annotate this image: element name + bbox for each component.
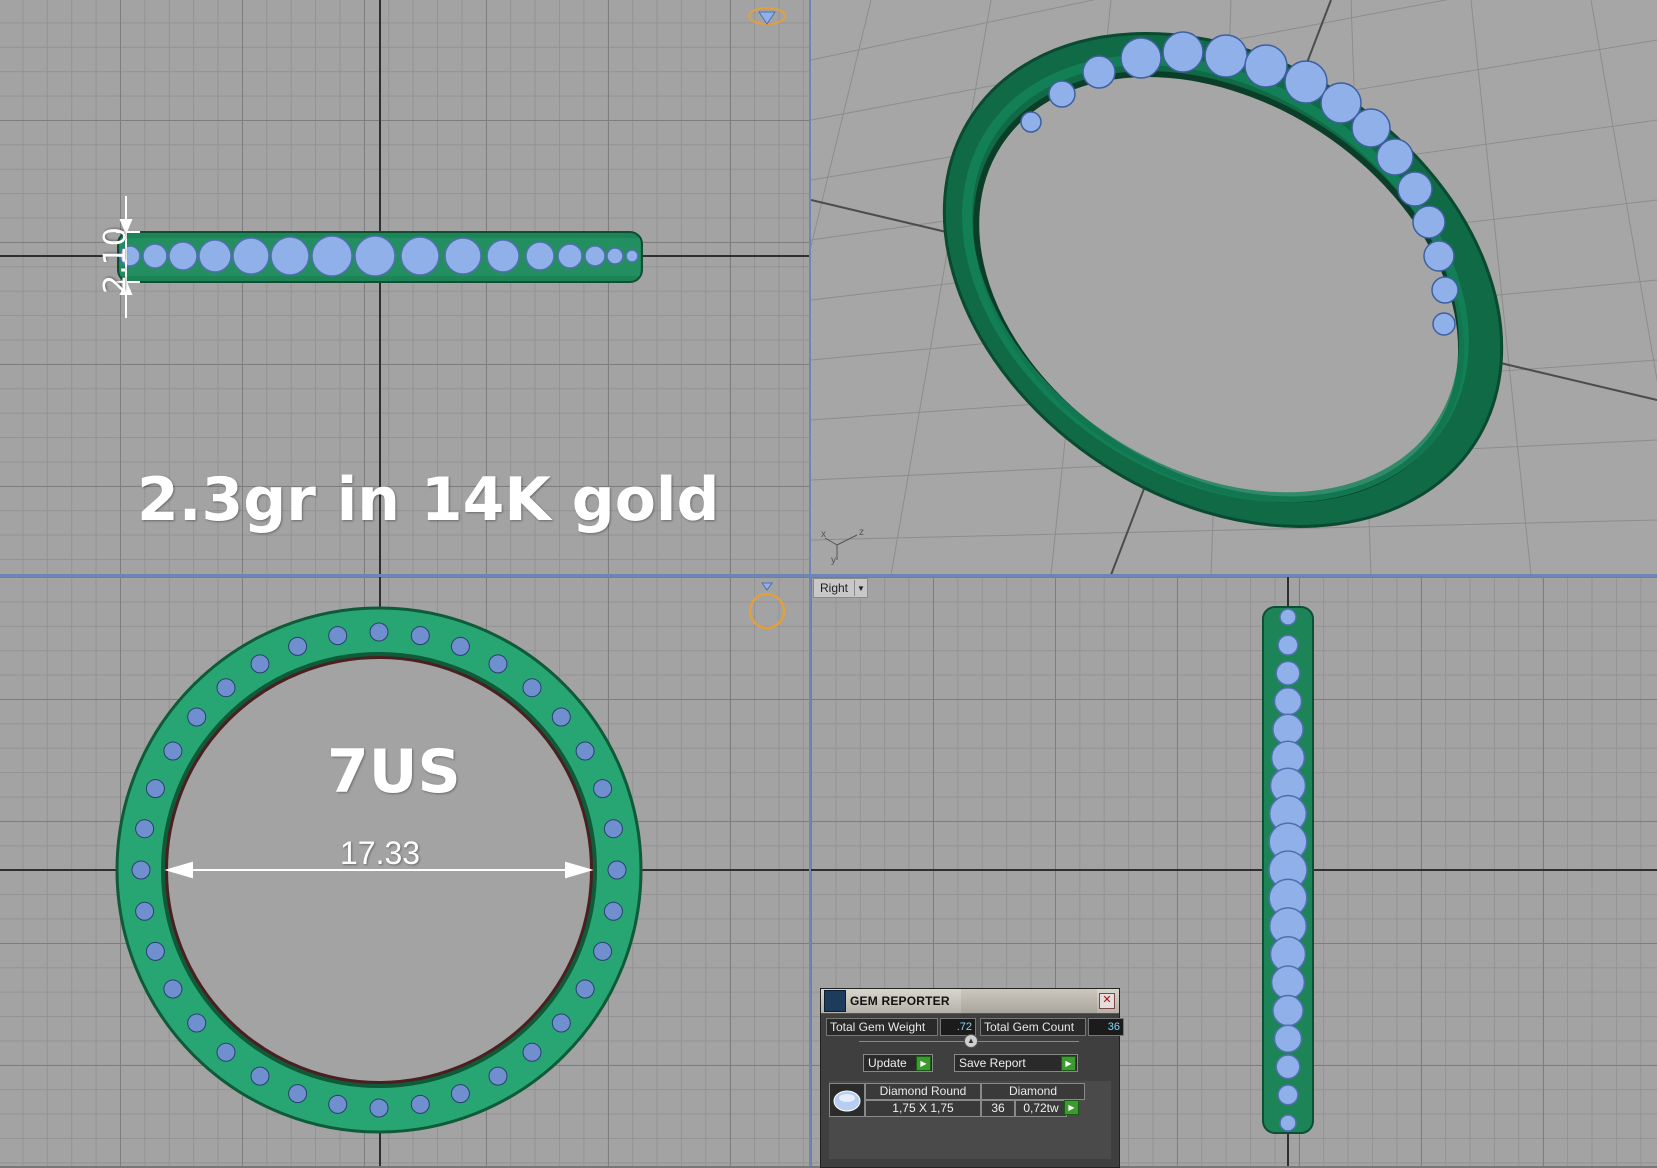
gem-mark bbox=[450, 1084, 470, 1104]
gem-row-play-button[interactable]: ▶ bbox=[1064, 1100, 1079, 1115]
viewport-perspective[interactable]: z x y bbox=[811, 0, 1657, 575]
close-icon[interactable]: ✕ bbox=[1099, 993, 1115, 1009]
height-dimension-label: 2.10 bbox=[97, 227, 133, 294]
gem-mark bbox=[603, 819, 623, 839]
gem-mark bbox=[288, 636, 308, 656]
total-gem-count-value: 36 bbox=[1088, 1018, 1124, 1036]
gem-mark bbox=[488, 654, 508, 674]
ring-size-label: 7US bbox=[327, 737, 461, 807]
gem-mark bbox=[1279, 1114, 1297, 1132]
gem-type-header: Diamond Round bbox=[865, 1083, 981, 1100]
gem-mark bbox=[1275, 660, 1301, 686]
gem-mark bbox=[1279, 608, 1297, 626]
ring-perspective-view[interactable] bbox=[811, 0, 1657, 575]
gem-mark bbox=[369, 622, 389, 642]
gem-mark bbox=[187, 1013, 207, 1033]
save-report-button-label: Save Report bbox=[959, 1056, 1026, 1070]
gem-mark bbox=[250, 654, 270, 674]
total-gem-weight-label: Total Gem Weight bbox=[826, 1018, 938, 1036]
ring-gizmo-icon[interactable] bbox=[745, 577, 789, 633]
gem-mark bbox=[369, 1098, 389, 1118]
gem-mark bbox=[410, 1094, 430, 1114]
gem-mark bbox=[328, 1094, 348, 1114]
gem-count-value: 36 bbox=[981, 1100, 1015, 1117]
gem-reporter-title: GEM REPORTER bbox=[850, 994, 950, 1008]
gem-mark bbox=[1272, 713, 1304, 746]
diameter-label: 17.33 bbox=[340, 835, 421, 871]
gem-mark bbox=[288, 1084, 308, 1104]
axis-y-label: y bbox=[831, 555, 836, 565]
dropdown-arrow-icon[interactable]: ▼ bbox=[854, 580, 867, 596]
weight-annotation: 2.3gr in 14K gold bbox=[137, 465, 720, 535]
gem-thumbnail-icon[interactable] bbox=[829, 1083, 865, 1117]
gem-mark bbox=[250, 1066, 270, 1086]
gem-mark bbox=[410, 626, 430, 646]
gem-mark bbox=[163, 741, 183, 761]
gem-mark bbox=[1273, 687, 1303, 716]
gem-mark bbox=[551, 707, 571, 727]
gem-mark bbox=[135, 901, 155, 921]
gem-mark bbox=[450, 636, 470, 656]
gem-mark bbox=[216, 678, 236, 698]
viewport-divider-vertical[interactable] bbox=[809, 0, 811, 1166]
play-icon: ▶ bbox=[1064, 1100, 1079, 1115]
gem-mark bbox=[1277, 634, 1299, 656]
gem-reporter-panel[interactable]: GEM REPORTER ✕ Total Gem Weight .72 Tota… bbox=[820, 988, 1124, 1168]
total-gem-count-label: Total Gem Count bbox=[980, 1018, 1086, 1036]
splitter-knob[interactable]: ▲ bbox=[964, 1034, 978, 1048]
gem-mark bbox=[216, 1042, 236, 1062]
gem-mark bbox=[163, 979, 183, 999]
diamond-gizmo-icon[interactable] bbox=[746, 2, 788, 30]
axis-x-label: x bbox=[821, 529, 826, 540]
update-button-label: Update bbox=[868, 1056, 907, 1070]
gem-mark bbox=[1275, 1054, 1301, 1080]
viewport-top[interactable]: 7US 17.33 bbox=[0, 577, 810, 1166]
axis-triad-icon: z x y bbox=[821, 527, 864, 565]
gem-mark bbox=[145, 941, 165, 961]
gem-size-value: 1,75 X 1,75 bbox=[865, 1100, 981, 1117]
gem-mark bbox=[522, 678, 542, 698]
gem-mark bbox=[575, 741, 595, 761]
gem-mark bbox=[575, 979, 595, 999]
view-name-label: Right bbox=[820, 581, 849, 595]
gem-list-table[interactable]: Diamond Round 1,75 X 1,75 Diamond 36 0,7… bbox=[829, 1081, 1111, 1159]
axis-z-label: z bbox=[859, 527, 864, 538]
gem-mark bbox=[145, 779, 165, 799]
gem-mark bbox=[187, 707, 207, 727]
viewport-divider-horizontal[interactable] bbox=[0, 574, 1657, 577]
viewport-front[interactable]: 2.10 2.3gr in 14K gold bbox=[0, 0, 810, 575]
play-icon: ▶ bbox=[916, 1056, 931, 1071]
view-selector[interactable]: Right ▼ bbox=[813, 578, 869, 598]
gem-mark bbox=[593, 779, 613, 799]
save-report-button[interactable]: Save Report ▶ bbox=[954, 1054, 1078, 1072]
gem-mark bbox=[551, 1013, 571, 1033]
play-icon: ▶ bbox=[1061, 1056, 1076, 1071]
gem-mark bbox=[1273, 1024, 1303, 1053]
gem-reporter-titlebar[interactable]: GEM REPORTER ✕ bbox=[821, 989, 1119, 1014]
gem-mark bbox=[488, 1066, 508, 1086]
gem-mark bbox=[1272, 994, 1304, 1027]
gem-material-header: Diamond bbox=[981, 1083, 1085, 1100]
gem-mark bbox=[603, 901, 623, 921]
gem-mark bbox=[1277, 1084, 1299, 1106]
gem-mark bbox=[607, 860, 627, 880]
gem-mark bbox=[135, 819, 155, 839]
gem-reporter-icon bbox=[824, 990, 846, 1012]
update-button[interactable]: Update ▶ bbox=[863, 1054, 933, 1072]
gem-weight-value: 0,72tw bbox=[1015, 1100, 1067, 1117]
gem-mark bbox=[522, 1042, 542, 1062]
gem-mark bbox=[328, 626, 348, 646]
gem-mark bbox=[593, 941, 613, 961]
gem-mark bbox=[1270, 965, 1306, 1000]
gem-mark bbox=[131, 860, 151, 880]
